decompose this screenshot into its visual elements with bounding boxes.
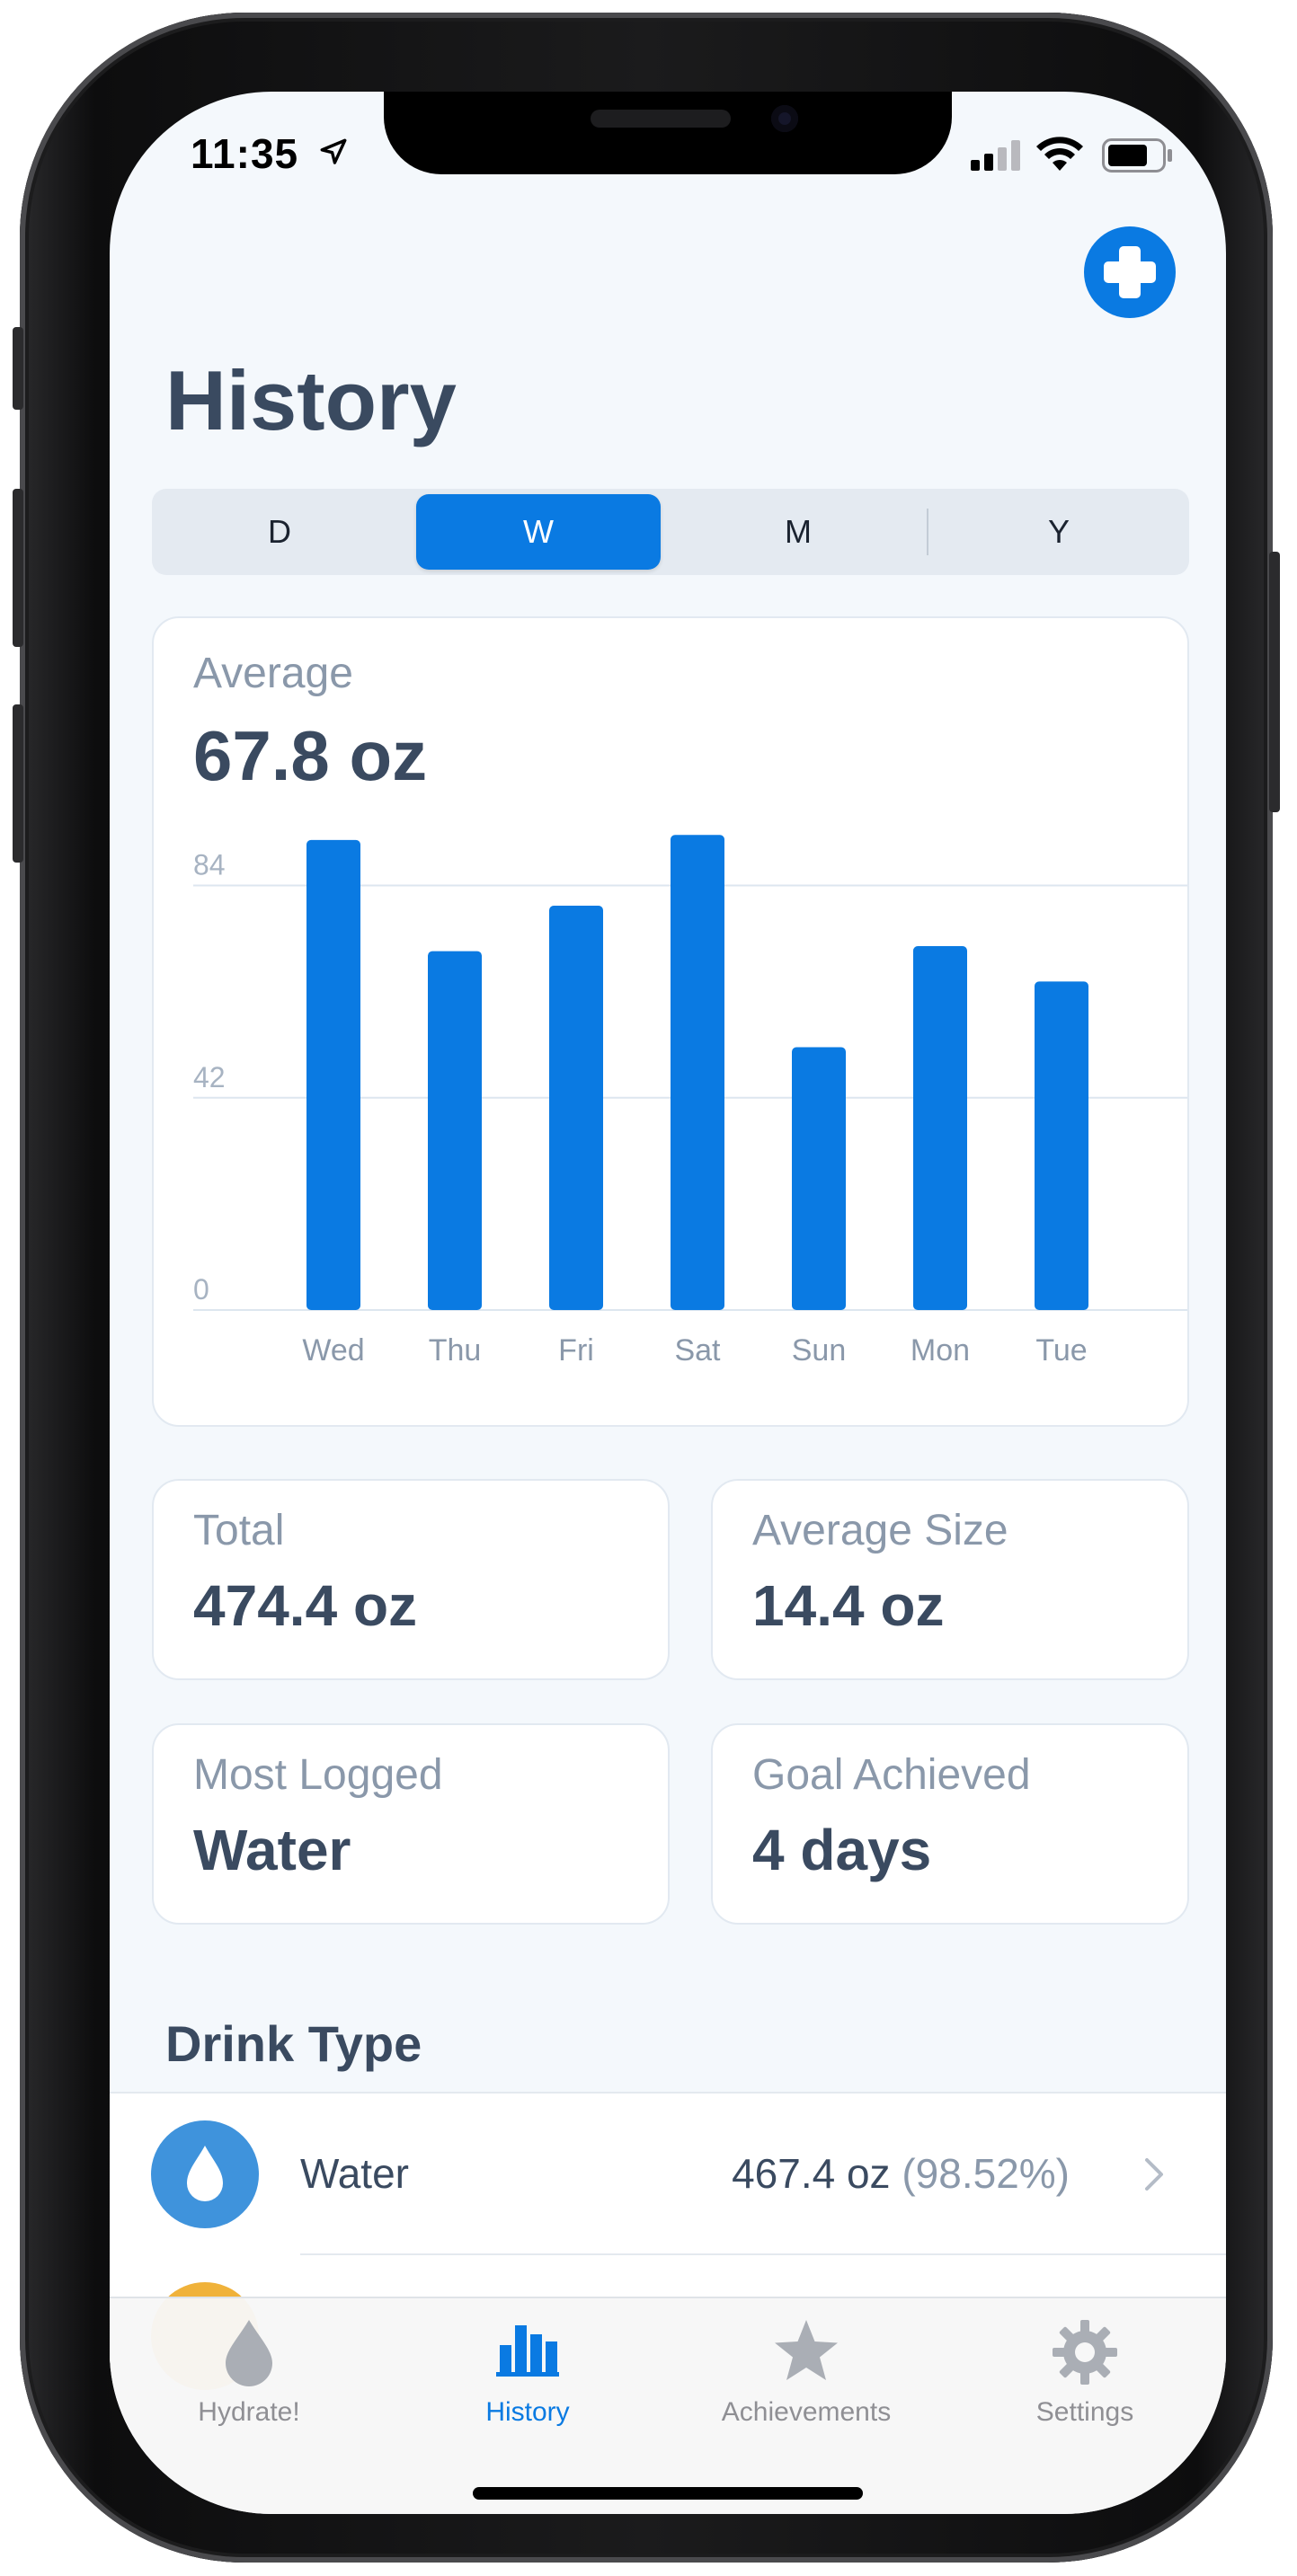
row-divider	[300, 2253, 1226, 2255]
wifi-icon	[1036, 137, 1083, 171]
add-drink-button[interactable]	[1084, 226, 1176, 318]
cellular-signal-icon	[971, 140, 1020, 171]
total-value: 474.4 oz	[193, 1573, 418, 1638]
tab-history-label: History	[485, 2397, 570, 2427]
device-notch	[384, 92, 952, 174]
volume-up-button	[13, 489, 23, 647]
tab-bar: Hydrate! History Achievements Settings	[110, 2297, 1226, 2514]
star-icon	[775, 2320, 838, 2380]
segment-divider	[927, 509, 928, 555]
front-camera	[771, 105, 798, 132]
bar	[792, 1047, 846, 1310]
x-tick-label: Tue	[1035, 1333, 1087, 1368]
x-tick-label: Sat	[674, 1333, 721, 1368]
average-size-label: Average Size	[752, 1507, 1008, 1554]
drink-percent: (98.52%)	[902, 2150, 1070, 2197]
bar	[1035, 981, 1088, 1310]
bar	[428, 951, 482, 1310]
drink-name: Water	[300, 2150, 409, 2197]
most-logged-value: Water	[193, 1818, 351, 1882]
drop-icon	[226, 2320, 272, 2386]
segment-week[interactable]: W	[416, 494, 661, 570]
volume-down-button	[13, 704, 23, 863]
most-logged-label: Most Logged	[193, 1751, 443, 1799]
status-time: 11:35	[191, 130, 299, 177]
total-label: Total	[193, 1507, 285, 1554]
x-tick-label: Fri	[558, 1333, 594, 1368]
drink-amount: 467.4 oz (98.52%)	[732, 2149, 1070, 2198]
plus-icon	[1104, 246, 1156, 298]
tab-hydrate-label: Hydrate!	[198, 2397, 300, 2427]
power-button	[1269, 552, 1280, 812]
goal-achieved-value: 4 days	[752, 1818, 932, 1882]
bar-chart-icon	[496, 2325, 559, 2377]
segment-month[interactable]: M	[676, 494, 920, 570]
average-size-value: 14.4 oz	[752, 1573, 945, 1638]
tab-achievements-label: Achievements	[721, 2397, 892, 2427]
location-arrow-icon	[320, 138, 347, 164]
most-logged-card: Most Logged Water	[152, 1723, 670, 1925]
average-size-card: Average Size 14.4 oz	[711, 1479, 1189, 1680]
goal-achieved-label: Goal Achieved	[752, 1751, 1031, 1799]
gear-icon	[1053, 2320, 1117, 2385]
segment-day[interactable]: D	[157, 494, 402, 570]
y-tick-label: 84	[193, 849, 226, 881]
bar	[671, 835, 724, 1310]
silent-switch	[13, 327, 23, 410]
segment-year[interactable]: Y	[937, 494, 1181, 570]
drink-row-water[interactable]: Water 467.4 oz (98.52%)	[110, 2094, 1226, 2255]
tab-settings-label: Settings	[1035, 2397, 1134, 2427]
weekly-bar-chart: 0 42 84 Wed Thu Fri Sat Sun Mon Tue	[193, 835, 1187, 1368]
bar	[913, 946, 967, 1310]
x-tick-label: Sun	[792, 1333, 847, 1368]
chevron-right-icon	[1145, 2158, 1163, 2191]
x-tick-label: Thu	[429, 1333, 482, 1368]
water-drop-icon	[151, 2120, 259, 2228]
tab-hydrate[interactable]: Hydrate!	[110, 2298, 388, 2451]
y-tick-label: 42	[193, 1061, 226, 1093]
goal-achieved-card: Goal Achieved 4 days	[711, 1723, 1189, 1925]
x-tick-label: Mon	[911, 1333, 970, 1368]
average-chart-card: Average 67.8 oz 0 42 84 Wed Thu Fri Sat Sun Mon T…	[152, 616, 1189, 1427]
drink-amount-value: 467.4 oz	[732, 2150, 891, 2197]
drink-type-title: Drink Type	[165, 2015, 422, 2072]
battery-icon	[1102, 138, 1172, 173]
total-card: Total 474.4 oz	[152, 1479, 670, 1680]
tab-achievements[interactable]: Achievements	[667, 2298, 946, 2451]
screen: 11:35 History D W M Y Average 67.8 oz 0 …	[110, 92, 1226, 2514]
bar	[306, 839, 360, 1310]
home-indicator	[473, 2487, 863, 2500]
x-tick-label: Wed	[302, 1333, 364, 1368]
y-tick-label: 0	[193, 1273, 209, 1306]
period-segmented-control: D W M Y	[152, 489, 1189, 575]
phone-frame: 11:35 History D W M Y Average 67.8 oz 0 …	[13, 13, 1280, 2563]
speaker-grille	[591, 110, 731, 128]
tab-settings[interactable]: Settings	[946, 2298, 1224, 2451]
bar	[549, 906, 603, 1310]
tab-history[interactable]: History	[388, 2298, 667, 2451]
page-title: History	[165, 353, 457, 447]
